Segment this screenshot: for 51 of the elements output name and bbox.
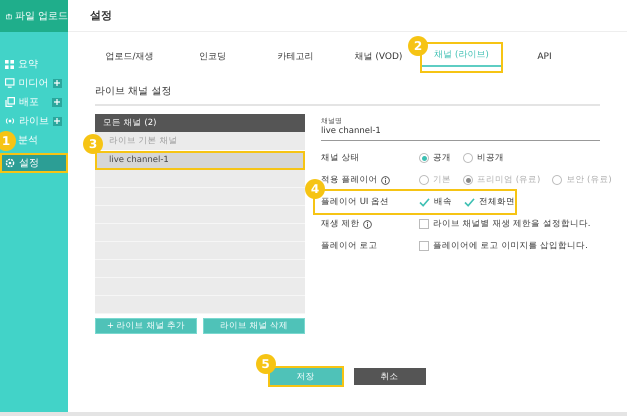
tab[interactable]: 인코딩: [195, 48, 230, 65]
checkbox-option[interactable]: 라이브 채널별 재생 제한을 설정합니다.: [419, 218, 591, 230]
nav-item[interactable]: 미디어: [0, 74, 68, 92]
list-button[interactable]: 라이브 채널 삭제: [203, 318, 305, 334]
channel-item[interactable]: live channel-1: [95, 151, 305, 170]
tab[interactable]: 채널 (VOD): [350, 48, 406, 65]
add-icon[interactable]: [52, 78, 62, 88]
callout-tooltip: 5: [256, 354, 276, 374]
copy-icon: [5, 97, 15, 107]
callout-tooltip: 1: [0, 131, 16, 151]
form-label: 플레이어 로고: [321, 240, 378, 252]
list-button[interactable]: + 라이브 채널 추가: [95, 318, 197, 334]
info-icon[interactable]: [362, 220, 372, 228]
add-icon[interactable]: [52, 116, 62, 126]
callout-tooltip: 2: [408, 36, 428, 56]
tab[interactable]: API: [533, 48, 556, 65]
nav-label: 요약: [18, 58, 38, 71]
page-title: 설정: [90, 8, 112, 23]
nav-item[interactable]: 설정: [0, 153, 68, 173]
upload-button[interactable]: 파일 업로드: [0, 0, 68, 32]
add-icon[interactable]: [52, 98, 62, 106]
radio-option[interactable]: 공개: [419, 152, 451, 164]
checkbox-option[interactable]: 플레이어에 로고 이미지를 삽입합니다.: [419, 240, 588, 252]
nav-item[interactable]: 요약: [0, 55, 68, 73]
nav-item[interactable]: 라이브: [0, 112, 68, 130]
form-label: 플레이어 UI 옵션: [321, 196, 390, 208]
section-title: 라이브 채널 설정: [95, 84, 600, 106]
nav-item[interactable]: 배포: [0, 93, 68, 111]
callout-tooltip: 3: [83, 134, 103, 154]
tab[interactable]: 카테고리: [274, 48, 318, 65]
field-value: live channel-1: [321, 126, 382, 136]
tab[interactable]: 업로드/재생: [101, 48, 158, 65]
list-header: 모든 채널 (2): [95, 114, 305, 132]
form-label: 채널 상태: [321, 152, 360, 164]
footer-button[interactable]: 저장: [270, 368, 342, 385]
broadcast-icon: [5, 116, 15, 126]
settings-icon: [5, 158, 15, 168]
check-icon: [464, 198, 475, 206]
nav-label: 배포: [19, 96, 39, 109]
footer-button[interactable]: 취소: [354, 368, 426, 385]
nav-label: 설정: [19, 157, 39, 170]
check-icon: [419, 198, 430, 206]
check-option[interactable]: 전체화면: [464, 196, 515, 208]
tab[interactable]: 채널 (라이브): [420, 42, 503, 73]
grid-icon: [5, 60, 14, 68]
nav-label: 미디어: [18, 77, 48, 90]
radio-option[interactable]: 비공개: [463, 152, 504, 164]
check-option[interactable]: 배속: [419, 196, 452, 208]
nav-label: 라이브: [18, 115, 49, 128]
monitor-icon: [5, 78, 14, 88]
form-label: 재생 제한: [321, 218, 360, 230]
